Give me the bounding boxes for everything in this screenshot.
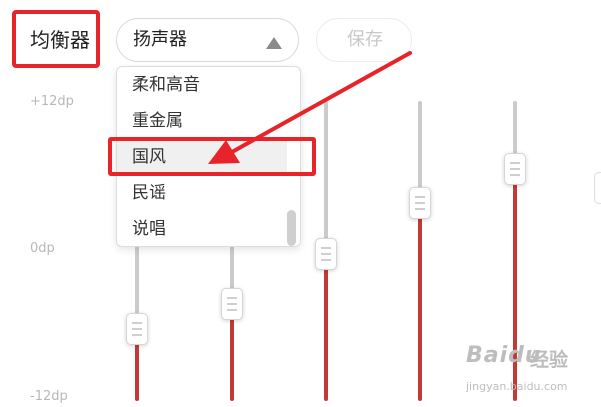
- baidu-watermark: Baidu 经验 jingyan.baidu.com: [466, 342, 590, 402]
- watermark-url: jingyan.baidu.com: [466, 380, 568, 393]
- watermark-suffix: 经验: [530, 349, 569, 371]
